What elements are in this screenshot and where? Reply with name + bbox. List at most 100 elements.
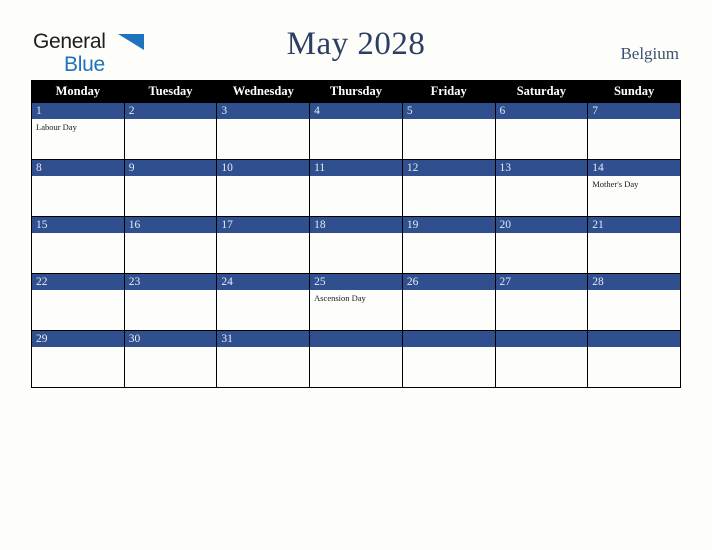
day-cell-inner [310,331,402,387]
calendar-day-cell[interactable]: 31 [216,330,311,388]
calendar-day-cell[interactable]: 10 [216,159,311,217]
calendar-day-cell[interactable]: 21 [587,216,681,274]
day-number: 1 [32,103,124,119]
day-number: 21 [588,217,680,233]
day-events [496,176,588,179]
calendar-week-row: 22 23 24 25 Ascension Day 26 27 28 [31,273,681,331]
calendar-day-cell[interactable] [401,330,496,388]
calendar-day-cell[interactable]: 15 [31,216,125,274]
calendar-day-cell[interactable]: 26 [401,273,496,331]
day-cell-inner: 2 [124,103,217,159]
calendar-day-cell[interactable]: 5 [401,102,496,160]
day-number: 25 [310,274,402,290]
holiday-event: Labour Day [36,122,77,132]
calendar-day-cell[interactable]: 29 [31,330,125,388]
calendar-day-cell[interactable] [309,330,403,388]
day-cell-inner: 27 [495,274,588,330]
holiday-event: Ascension Day [314,293,366,303]
calendar-day-cell[interactable]: 19 [401,216,496,274]
day-number: 4 [310,103,402,119]
day-number: 10 [217,160,310,176]
calendar-day-cell[interactable]: 27 [494,273,589,331]
calendar-day-cell[interactable]: 16 [123,216,218,274]
day-cell-inner [588,331,680,387]
page-title: May 2028 [286,26,426,62]
calendar-day-cell[interactable]: 3 [216,102,311,160]
day-cell-inner: 13 [495,160,588,216]
calendar-day-cell[interactable]: 9 [123,159,218,217]
day-events [125,233,217,236]
calendar-week-row: 15 16 17 18 19 20 21 [31,216,681,274]
day-cell-inner: 10 [217,160,310,216]
calendar-day-cell[interactable]: 11 [309,159,403,217]
day-events: Mother's Day [588,176,680,190]
day-events [32,176,124,179]
day-cell-inner: 15 [32,217,124,273]
day-events [310,233,402,236]
day-cell-inner: 11 [310,160,402,216]
calendar-day-cell[interactable]: 30 [123,330,218,388]
weekday-header-saturday: Saturday [494,80,589,103]
day-events [310,119,402,122]
calendar-day-cell[interactable]: 6 [494,102,589,160]
day-number: 13 [495,160,588,176]
day-cell-inner: 14 Mother's Day [588,160,680,216]
calendar-day-cell[interactable]: 8 [31,159,125,217]
day-number: 5 [402,103,495,119]
weekday-header-thursday: Thursday [309,80,403,103]
calendar-day-cell[interactable]: 12 [401,159,496,217]
day-number: 17 [217,217,310,233]
day-number: 15 [32,217,124,233]
calendar-day-cell[interactable]: 23 [123,273,218,331]
day-cell-inner: 23 [124,274,217,330]
calendar-day-cell[interactable]: 22 [31,273,125,331]
day-cell-inner: 16 [124,217,217,273]
calendar-day-cell[interactable]: 1 Labour Day [31,102,125,160]
day-number: 29 [32,331,124,347]
calendar-day-cell[interactable]: 28 [587,273,681,331]
calendar-day-cell[interactable]: 18 [309,216,403,274]
weekday-header-sunday: Sunday [587,80,681,103]
country-label: Belgium [620,44,679,63]
day-number: 18 [310,217,402,233]
day-cell-inner: 18 [310,217,402,273]
calendar-day-cell[interactable]: 4 [309,102,403,160]
weekday-header-monday: Monday [31,80,125,103]
weekday-header-row: Monday Tuesday Wednesday Thursday Friday… [31,80,681,103]
calendar-day-cell[interactable] [494,330,589,388]
day-number: 16 [124,217,217,233]
calendar-week-row: 1 Labour Day 2 3 4 5 6 7 [31,102,681,160]
day-number: 27 [495,274,588,290]
day-cell-inner: 30 [124,331,217,387]
day-cell-inner: 28 [588,274,680,330]
day-cell-inner: 12 [402,160,495,216]
calendar-day-cell[interactable]: 13 [494,159,589,217]
day-number: 31 [217,331,310,347]
calendar-day-cell[interactable]: 20 [494,216,589,274]
day-cell-inner: 22 [32,274,124,330]
day-events [125,176,217,179]
day-events [588,290,680,293]
day-cell-inner: 7 [588,103,680,159]
calendar-day-cell[interactable] [587,330,681,388]
day-number: 11 [310,160,402,176]
day-number: 23 [124,274,217,290]
day-events [496,233,588,236]
calendar-day-cell[interactable]: 7 [587,102,681,160]
day-number: 12 [402,160,495,176]
day-cell-inner: 9 [124,160,217,216]
day-cell-inner: 29 [32,331,124,387]
day-cell-inner: 26 [402,274,495,330]
day-cell-inner: 31 [217,331,310,387]
day-events [310,347,402,350]
day-events: Ascension Day [310,290,402,304]
day-events [217,119,309,122]
calendar-day-cell[interactable]: 2 [123,102,218,160]
day-cell-inner: 3 [217,103,310,159]
calendar-day-cell[interactable]: 17 [216,216,311,274]
calendar-day-cell[interactable]: 14 Mother's Day [587,159,681,217]
calendar-day-cell[interactable]: 25 Ascension Day [309,273,403,331]
day-events [403,176,495,179]
day-number: 30 [124,331,217,347]
calendar-day-cell[interactable]: 24 [216,273,311,331]
